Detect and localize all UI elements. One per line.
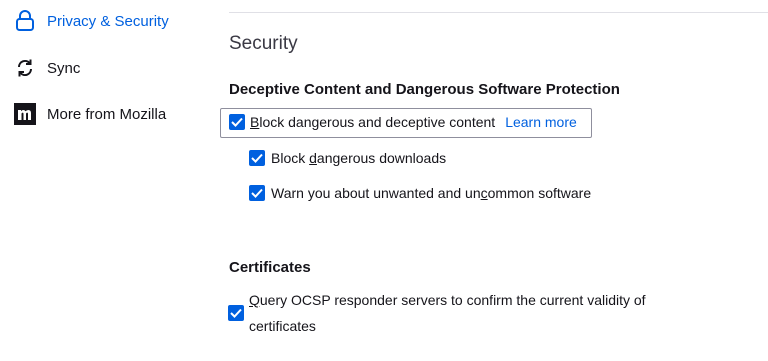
label-text: lock dangerous and deceptive content [259, 114, 496, 130]
block-dangerous-downloads-label[interactable]: Block dangerous downloads [271, 150, 446, 166]
mozilla-icon [14, 103, 36, 125]
warn-unwanted-software-row: Warn you about unwanted and uncommon sof… [249, 185, 591, 201]
settings-page: Privacy & Security Sync More from Mozill… [0, 0, 768, 361]
sidebar-item-label: Sync [47, 59, 81, 77]
lock-icon [14, 10, 36, 32]
label-text: Warn you about unwanted and un [271, 185, 481, 201]
access-key: Q [249, 292, 260, 308]
block-deceptive-content-checkbox[interactable] [229, 114, 245, 130]
access-key: c [480, 185, 488, 201]
sidebar-item-label: More from Mozilla [47, 105, 167, 123]
sidebar-item-sync[interactable]: Sync [14, 55, 80, 81]
query-ocsp-line-1: Query OCSP responder servers to confirm … [249, 287, 646, 313]
deceptive-content-heading: Deceptive Content and Dangerous Software… [229, 81, 620, 98]
checkmark-icon [230, 308, 242, 318]
certificates-heading: Certificates [229, 259, 311, 276]
label-text: uery OCSP responder servers to confirm t… [259, 292, 646, 308]
query-ocsp-checkbox[interactable] [228, 305, 244, 321]
label-text: angerous downloads [316, 150, 447, 166]
query-ocsp-line-2: certificates [249, 318, 316, 334]
sidebar: Privacy & Security Sync More from Mozill… [0, 0, 210, 361]
sync-icon [14, 57, 36, 79]
block-deceptive-content-row: Block dangerous and deceptive content Le… [229, 114, 577, 130]
label-text: ommon software [487, 185, 592, 201]
sidebar-item-label: Privacy & Security [47, 12, 169, 30]
sidebar-item-more-from-mozilla[interactable]: More from Mozilla [14, 101, 166, 127]
checkmark-icon [251, 153, 263, 163]
access-key: d [309, 150, 317, 166]
access-key: B [250, 114, 260, 130]
sidebar-item-privacy-security[interactable]: Privacy & Security [14, 8, 169, 34]
label-text: Block [271, 150, 310, 166]
warn-unwanted-software-label[interactable]: Warn you about unwanted and uncommon sof… [271, 185, 591, 201]
block-deceptive-content-label[interactable]: Block dangerous and deceptive content [250, 114, 495, 130]
top-divider [229, 12, 768, 13]
checkmark-icon [231, 117, 243, 127]
block-dangerous-downloads-row: Block dangerous downloads [249, 150, 446, 166]
warn-unwanted-software-checkbox[interactable] [249, 185, 265, 201]
section-title-security: Security [229, 33, 298, 54]
block-dangerous-downloads-checkbox[interactable] [249, 150, 265, 166]
checkmark-icon [251, 188, 263, 198]
query-ocsp-label[interactable]: Query OCSP responder servers to confirm … [249, 287, 646, 339]
learn-more-link[interactable]: Learn more [505, 114, 577, 130]
